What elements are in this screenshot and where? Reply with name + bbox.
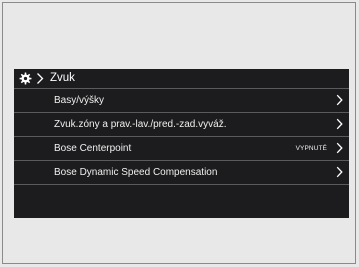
chevron-right-icon [336,142,343,154]
menu-item-label: Bose Centerpoint [54,143,132,154]
menu-item-bose-speed-compensation[interactable]: Bose Dynamic Speed Compensation [14,160,349,185]
settings-screen: Zvuk Basy/výšky Zvuk.zóny a prav.-lav./p… [14,69,349,218]
page-title: Zvuk [50,72,75,84]
menu-item-bose-centerpoint[interactable]: Bose Centerpoint VYPNUTÉ [14,136,349,160]
menu-item-label: Basy/výšky [54,95,105,106]
settings-header: Zvuk [14,69,349,88]
chevron-right-icon [336,94,343,106]
menu-item-label: Bose Dynamic Speed Compensation [54,167,218,178]
chevron-right-icon [336,118,343,130]
menu-item-sound-zones-balance[interactable]: Zvuk.zóny a prav.-lav./pred.-zad.vyváž. [14,112,349,136]
breadcrumb-chevron-icon [37,73,44,84]
menu-item-label: Zvuk.zóny a prav.-lav./pred.-zad.vyváž. [54,119,227,130]
centerpoint-status-value: VYPNUTÉ [295,145,327,152]
page-frame: Zvuk Basy/výšky Zvuk.zóny a prav.-lav./p… [2,2,356,264]
menu-item-bass-treble[interactable]: Basy/výšky [14,88,349,112]
chevron-right-icon [336,166,343,178]
gear-icon [19,72,32,85]
